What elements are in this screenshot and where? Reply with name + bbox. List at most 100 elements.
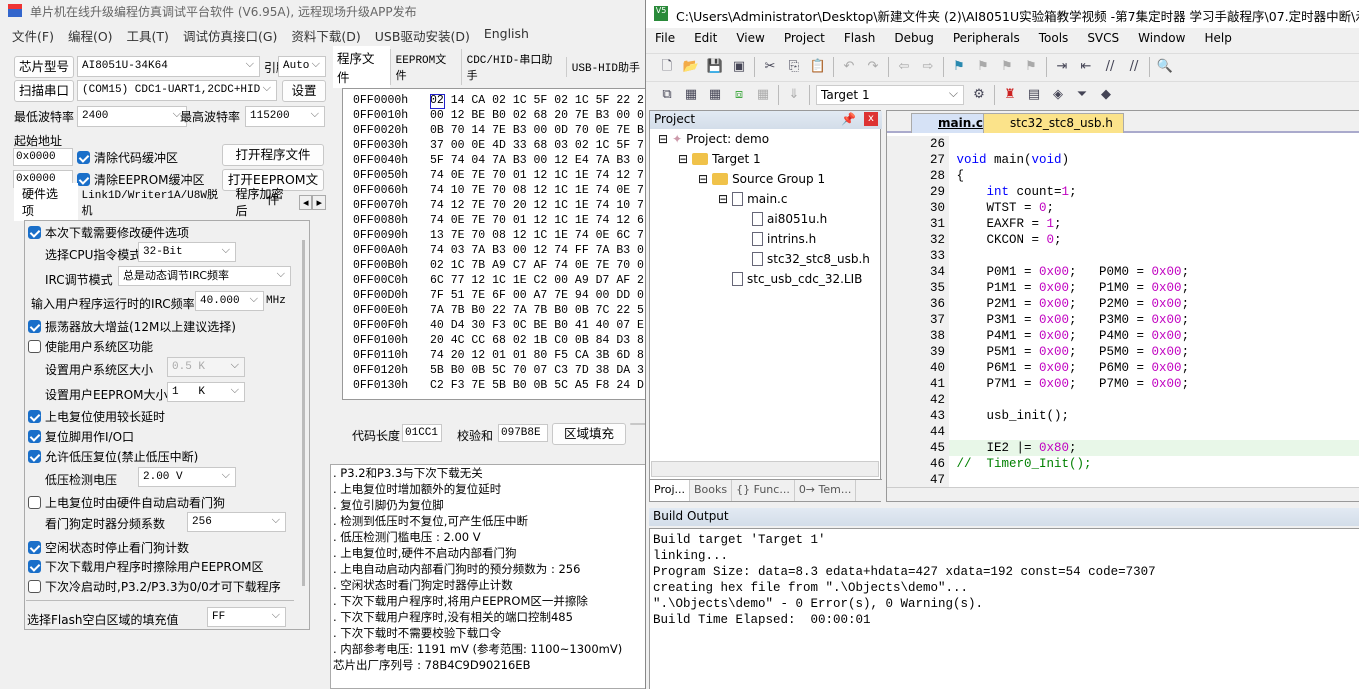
next-bookmark-icon[interactable]: ⚑: [998, 58, 1016, 76]
hex-viewer[interactable]: 0FF0000h 02 14 CA 02 1C 5F 02 1C 5F 22 20…: [342, 88, 645, 400]
chip-type-button[interactable]: 芯片型号: [14, 56, 74, 78]
paste-icon[interactable]: 📋: [809, 58, 827, 76]
menu-debug[interactable]: Debug: [894, 31, 933, 51]
manage-components-icon[interactable]: ▤: [1025, 86, 1043, 104]
file-extensions-icon[interactable]: ♜: [1001, 86, 1019, 104]
code-line[interactable]: 45 IE2 |= 0x80;: [887, 440, 1359, 456]
unindent-icon[interactable]: ⇤: [1077, 58, 1095, 76]
forward-icon[interactable]: ⇨: [919, 58, 937, 76]
save-all-icon[interactable]: ▣: [730, 58, 748, 76]
tree-file-lib[interactable]: stc_usb_cdc_32.LIB: [732, 272, 862, 286]
tab-offline[interactable]: Link1D/Writer1A/U8W脱机: [78, 184, 232, 220]
cut-icon[interactable]: ✂: [761, 58, 779, 76]
modify-hw-checkbox[interactable]: 本次下载需要修改硬件选项: [28, 224, 189, 241]
tab-scroll-left-icon[interactable]: ◂: [298, 194, 313, 210]
lv-select[interactable]: 2.00 V: [138, 467, 236, 487]
menu-flash[interactable]: Flash: [844, 31, 875, 51]
menu-download[interactable]: 资料下载(D): [291, 26, 360, 46]
menu-debug[interactable]: 调试仿真接口(G): [183, 26, 277, 46]
collapse-icon[interactable]: ⊟: [698, 172, 708, 186]
code-line[interactable]: 32 CKCON = 0;: [887, 232, 1359, 248]
options-scrollbar[interactable]: [302, 240, 305, 586]
tab-templates[interactable]: 0→ Tem...: [795, 480, 857, 501]
code-line[interactable]: 40 P6M1 = 0x00; P6M0 = 0x00;: [887, 360, 1359, 376]
stop-build-icon[interactable]: ▦: [754, 86, 772, 104]
tab-books[interactable]: Books: [690, 480, 733, 501]
idle-stop-checkbox[interactable]: 空闲状态时停止看门狗计数: [28, 539, 189, 556]
tree-source-group[interactable]: ⊟ Source Group 1: [698, 172, 825, 186]
open-file-icon[interactable]: 📂: [682, 58, 700, 76]
port-select[interactable]: (COM15) CDC1-UART1,2CDC+HID: [77, 80, 277, 101]
sys-size-select[interactable]: 0.5 K: [167, 357, 245, 377]
code-line[interactable]: 39 P5M1 = 0x00; P5M0 = 0x00;: [887, 344, 1359, 360]
scan-port-button[interactable]: 扫描串口: [14, 80, 74, 102]
chip-select[interactable]: AI8051U-34K64: [77, 56, 260, 77]
eeprom-size-select[interactable]: 1 K: [167, 382, 245, 402]
code-line[interactable]: 44: [887, 424, 1359, 440]
wdt-auto-checkbox[interactable]: 上电复位时由硬件自动启动看门狗: [28, 494, 225, 511]
menu-edit[interactable]: Edit: [694, 31, 717, 51]
rte-icon[interactable]: ◆: [1097, 86, 1115, 104]
menu-program[interactable]: 编程(O): [68, 26, 113, 46]
open-program-button[interactable]: 打开程序文件: [222, 144, 324, 166]
new-file-icon[interactable]: 🗋: [658, 58, 676, 76]
code-line[interactable]: 33: [887, 248, 1359, 264]
menu-usb-driver[interactable]: USB驱动安装(D): [375, 26, 470, 46]
fill-select[interactable]: FF: [207, 607, 286, 627]
prev-bookmark-icon[interactable]: ⚑: [974, 58, 992, 76]
code-line[interactable]: 46 // Timer0_Init();: [887, 456, 1359, 472]
bookmark-icon[interactable]: ⚑: [950, 58, 968, 76]
code-address-input[interactable]: 0x0000: [13, 148, 73, 166]
undo-icon[interactable]: ↶: [840, 58, 858, 76]
code-line[interactable]: 47: [887, 472, 1359, 488]
irc-freq-input[interactable]: 40.000: [195, 291, 264, 311]
code-line[interactable]: 27 void main(void): [887, 152, 1359, 168]
code-line[interactable]: 30 WTST = 0;: [887, 200, 1359, 216]
editor-scrollbar[interactable]: [887, 487, 1359, 501]
uncomment-icon[interactable]: //: [1125, 58, 1143, 76]
code-line[interactable]: 28 {: [887, 168, 1359, 184]
comment-icon[interactable]: //: [1101, 58, 1119, 76]
code-line[interactable]: 42: [887, 392, 1359, 408]
pack-installer-icon[interactable]: ⏷: [1073, 86, 1091, 104]
tree-file-usb-h[interactable]: stc32_stc8_usb.h: [752, 252, 870, 266]
code-lines[interactable]: 26 27 void main(void) 28 {29 int count=1;…: [887, 136, 1359, 488]
reset-io-checkbox[interactable]: 复位脚用作I/O口: [28, 428, 134, 445]
find-in-files-icon[interactable]: 🔍: [1156, 58, 1174, 76]
collapse-icon[interactable]: ⊟: [718, 192, 728, 206]
code-line[interactable]: 41 P7M1 = 0x00; P7M0 = 0x00;: [887, 376, 1359, 392]
settings-button[interactable]: 设置: [282, 80, 326, 102]
pins-select[interactable]: Auto: [278, 56, 326, 77]
save-icon[interactable]: 💾: [706, 58, 724, 76]
select-packs-icon[interactable]: ◈: [1049, 86, 1067, 104]
tab-functions[interactable]: {} Func...: [732, 480, 795, 501]
clear-bookmarks-icon[interactable]: ⚑: [1022, 58, 1040, 76]
area-fill-button[interactable]: 区域填充: [552, 423, 626, 445]
download-icon[interactable]: ⇓: [785, 86, 803, 104]
tab-project[interactable]: Proj...: [650, 480, 690, 501]
code-line[interactable]: 43 usb_init();: [887, 408, 1359, 424]
erase-eeprom-checkbox[interactable]: 下次下载用户程序时擦除用户EEPROM区: [28, 558, 264, 575]
code-editor[interactable]: main.c stc32_stc8_usb.h 26 27 void main(…: [886, 110, 1359, 502]
close-icon[interactable]: x: [864, 112, 878, 126]
tree-target[interactable]: ⊟ Target 1: [678, 152, 761, 166]
irc-mode-select[interactable]: 总是动态调节IRC频率: [118, 266, 291, 286]
back-icon[interactable]: ⇦: [895, 58, 913, 76]
tab-usb-header[interactable]: stc32_stc8_usb.h: [983, 113, 1124, 133]
tab-encrypt[interactable]: 程序加密后: [232, 183, 299, 221]
tab-eeprom-file[interactable]: EEPROM文件: [389, 49, 461, 85]
user-sys-checkbox[interactable]: 使能用户系统区功能: [28, 338, 153, 355]
pin-icon[interactable]: 📌: [841, 112, 856, 126]
p32p33-checkbox[interactable]: 下次冷启动时,P3.2/P3.3为0/0才可下载程序: [28, 578, 281, 595]
batch-build-icon[interactable]: ⧈: [730, 86, 748, 104]
menu-project[interactable]: Project: [784, 31, 825, 51]
target-select[interactable]: Target 1: [816, 84, 964, 105]
horizontal-scrollbar[interactable]: [651, 461, 879, 477]
code-line[interactable]: 31 EAXFR = 1;: [887, 216, 1359, 232]
tab-program-file[interactable]: 程序文件: [333, 46, 390, 88]
copy-icon[interactable]: ⎘: [785, 58, 803, 76]
menu-peripherals[interactable]: Peripherals: [953, 31, 1020, 51]
menu-tools[interactable]: 工具(T): [127, 26, 169, 46]
code-line[interactable]: 26: [887, 136, 1359, 152]
cpu-mode-select[interactable]: 32-Bit: [138, 242, 236, 262]
